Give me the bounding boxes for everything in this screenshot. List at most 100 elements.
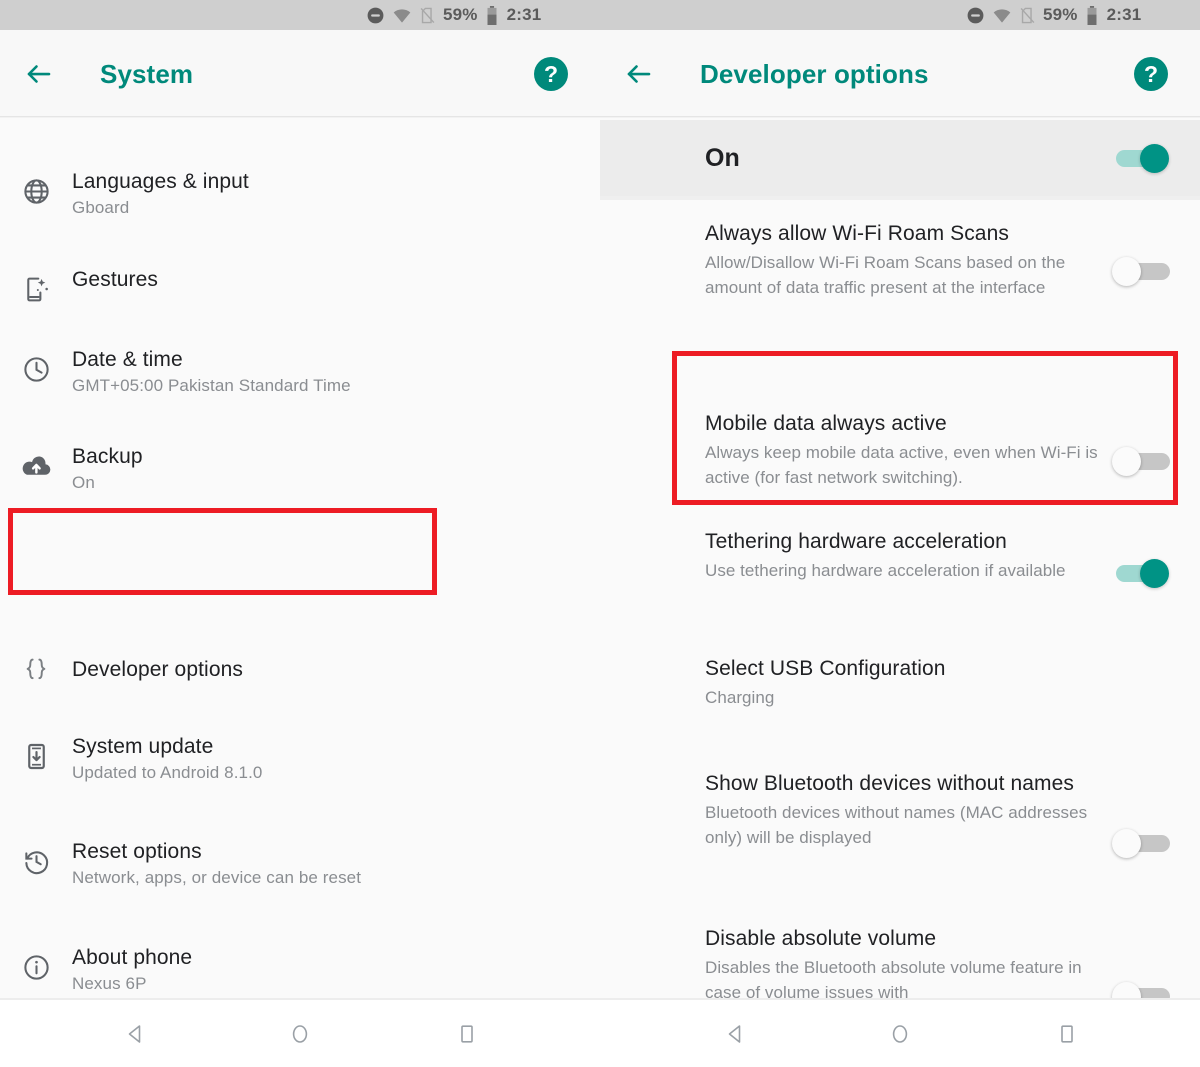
clock-icon: [0, 346, 72, 392]
developer-options-master-toggle-row[interactable]: On: [600, 120, 1200, 200]
master-toggle-switch[interactable]: [1112, 143, 1174, 173]
switch-knob: [1112, 447, 1141, 476]
list-item-title: Languages & input: [72, 170, 249, 193]
nav-back-triangle-icon: [128, 1024, 141, 1043]
nav-home-button[interactable]: [865, 1000, 935, 1067]
gesture-phone-icon: [0, 266, 72, 312]
wifi-roam-scans-switch[interactable]: [1112, 256, 1174, 286]
show-bluetooth-devices-switch[interactable]: [1112, 828, 1174, 858]
list-item-subtitle: On: [72, 473, 95, 492]
battery-percent-label: 59%: [1043, 5, 1078, 24]
setting-row-mobile-data-always-active[interactable]: Mobile data always active Always keep mo…: [600, 382, 1200, 490]
list-item-subtitle: GMT+05:00 Pakistan Standard Time: [72, 376, 351, 395]
help-icon[interactable]: ?: [1134, 57, 1168, 91]
list-item-title: Backup: [72, 445, 143, 468]
status-bar-icons-right: 59% 2:31: [966, 0, 1141, 30]
setting-row-tethering-hw-accel[interactable]: Tethering hardware acceleration Use teth…: [600, 528, 1200, 588]
nav-back-button[interactable]: [700, 1000, 770, 1067]
list-item-date-time[interactable]: Date & time GMT+05:00 Pakistan Standard …: [0, 346, 600, 398]
list-item-subtitle: Gboard: [72, 198, 130, 217]
mobile-data-always-active-switch[interactable]: [1112, 446, 1174, 476]
list-item-title: System update: [72, 735, 214, 758]
tethering-hw-accel-switch[interactable]: [1112, 558, 1174, 588]
do-not-disturb-icon: [367, 7, 384, 23]
switch-knob: [1140, 144, 1169, 173]
nav-home-button[interactable]: [265, 1000, 335, 1067]
developer-options-app-bar: Developer options ?: [600, 30, 1200, 118]
nav-recents-button[interactable]: [432, 1000, 502, 1067]
list-item-reset-options[interactable]: Reset options Network, apps, or device c…: [0, 838, 600, 890]
clock-label: 2:31: [506, 5, 542, 24]
restore-icon: [0, 838, 72, 884]
cloud-upload-icon: [0, 443, 72, 489]
page-title: Developer options: [700, 58, 929, 89]
wifi-icon: [393, 8, 411, 23]
battery-icon: [1087, 5, 1097, 25]
nav-recents-square-icon: [461, 1024, 473, 1043]
list-item-subtitle: Updated to Android 8.1.0: [72, 763, 263, 782]
switch-knob: [1112, 257, 1141, 286]
list-item-subtitle: Network, apps, or device can be reset: [72, 868, 362, 887]
navigation-bar-left: [0, 1000, 600, 1067]
setting-row-wifi-roam-scans[interactable]: Always allow Wi-Fi Roam Scans Allow/Disa…: [600, 220, 1200, 300]
setting-subtitle: Bluetooth devices without names (MAC add…: [705, 803, 1088, 847]
setting-subtitle: Charging: [705, 688, 775, 707]
list-item-title: Reset options: [72, 840, 202, 863]
list-item-languages-input[interactable]: Languages & input Gboard: [0, 168, 600, 220]
setting-row-disable-absolute-volume[interactable]: Disable absolute volume Disables the Blu…: [600, 925, 1200, 1000]
page-title: System: [100, 58, 194, 89]
setting-row-select-usb-configuration[interactable]: Select USB Configuration Charging: [600, 655, 1200, 710]
back-arrow-icon: [627, 65, 651, 83]
master-toggle-label: On: [705, 143, 740, 172]
help-icon[interactable]: ?: [534, 57, 568, 91]
setting-title: Mobile data always active: [705, 412, 947, 435]
nav-recents-button[interactable]: [1032, 1000, 1102, 1067]
list-item-system-update[interactable]: System update Updated to Android 8.1.0: [0, 733, 600, 785]
navigation-bar: [0, 1000, 1200, 1067]
status-bar: 59% 2:31 59% 2:31: [0, 0, 1200, 30]
nav-back-button[interactable]: [100, 1000, 170, 1067]
setting-subtitle: Always keep mobile data active, even whe…: [705, 443, 1098, 487]
battery-percent-label: 59%: [443, 5, 478, 24]
setting-subtitle: Allow/Disallow Wi-Fi Roam Scans based on…: [705, 253, 1066, 297]
list-item-subtitle: Nexus 6P: [72, 974, 147, 993]
list-item-title: Gestures: [72, 268, 158, 291]
list-item-about-phone[interactable]: About phone Nexus 6P: [0, 944, 600, 996]
nav-home-circle-icon: [292, 1024, 308, 1043]
list-item-developer-options[interactable]: Developer options: [0, 625, 600, 713]
nav-back-triangle-icon: [728, 1024, 741, 1043]
setting-subtitle: Disables the Bluetooth absolute volume f…: [705, 958, 1082, 1000]
list-item-title: Date & time: [72, 348, 183, 371]
navigation-bar-right: [600, 1000, 1200, 1067]
setting-title: Select USB Configuration: [705, 657, 946, 680]
no-sim-icon: [1020, 7, 1035, 23]
globe-icon: [0, 168, 72, 214]
no-sim-icon: [420, 7, 435, 23]
system-app-bar: System ?: [0, 30, 600, 118]
list-item-gestures[interactable]: Gestures: [0, 266, 600, 312]
back-arrow-icon: [27, 65, 51, 83]
setting-subtitle: Use tethering hardware acceleration if a…: [705, 561, 1066, 580]
developer-options-panel: Developer options ? On Always allow Wi-F…: [600, 30, 1200, 1000]
back-button[interactable]: [8, 59, 70, 89]
setting-title: Disable absolute volume: [705, 927, 937, 950]
system-settings-panel: System ? Languages & input Gboard Gestur…: [0, 30, 600, 1000]
setting-title: Always allow Wi-Fi Roam Scans: [705, 222, 1009, 245]
list-item-backup[interactable]: Backup On: [0, 443, 600, 495]
setting-row-show-bluetooth-devices-without-names[interactable]: Show Bluetooth devices without names Blu…: [600, 770, 1200, 858]
clock-label: 2:31: [1106, 5, 1142, 24]
switch-knob: [1140, 559, 1169, 588]
info-icon: [0, 944, 72, 990]
status-bar-icons-left: 59% 2:31: [366, 0, 541, 30]
system-update-icon: [0, 733, 72, 779]
setting-title: Tethering hardware acceleration: [705, 530, 1007, 553]
braces-icon: [0, 625, 72, 713]
list-item-title: About phone: [72, 946, 193, 969]
back-button[interactable]: [608, 59, 670, 89]
do-not-disturb-icon: [967, 7, 984, 23]
nav-home-circle-icon: [892, 1024, 908, 1043]
setting-title: Show Bluetooth devices without names: [705, 772, 1074, 795]
android-settings-screenshot: 59% 2:31 59% 2:31 System ? Languages & i…: [0, 0, 1200, 1067]
switch-knob: [1112, 829, 1141, 858]
battery-icon: [487, 5, 497, 25]
